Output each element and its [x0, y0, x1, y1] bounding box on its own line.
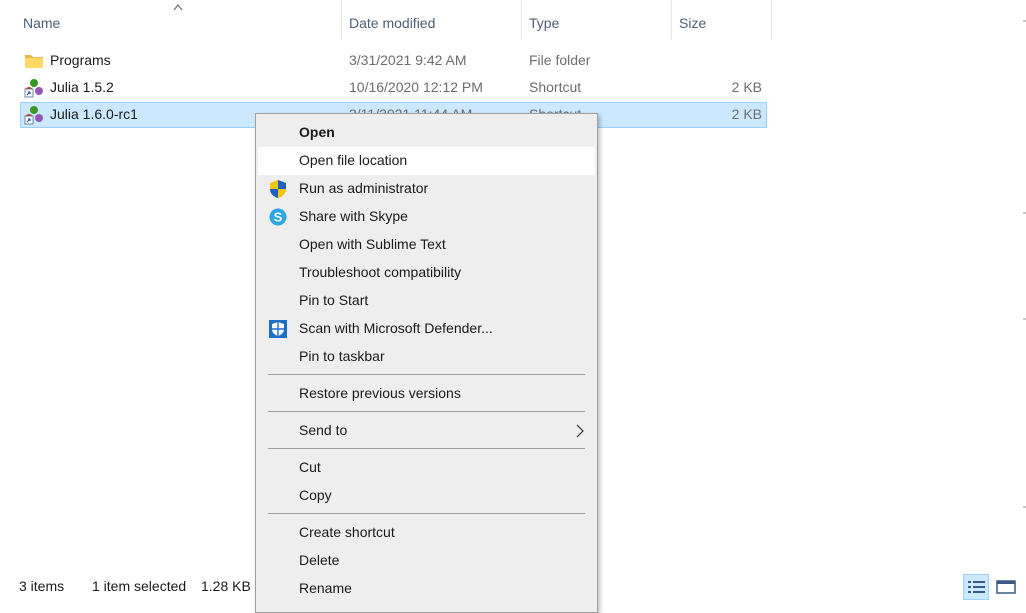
status-selection-size: 1.28 KB	[201, 578, 251, 594]
menu-item-label: Cut	[299, 459, 321, 475]
file-type: Shortcut	[529, 79, 582, 95]
file-type: File folder	[529, 52, 591, 68]
column-header-type[interactable]: Type	[529, 15, 559, 31]
column-header-name[interactable]: Name	[23, 15, 60, 31]
menu-item-scan-with-defender[interactable]: Scan with Microsoft Defender...	[258, 315, 595, 343]
menu-separator	[268, 513, 585, 514]
menu-item-copy[interactable]: Copy	[258, 482, 595, 510]
menu-item-delete[interactable]: Delete	[258, 547, 595, 575]
status-selection: 1 item selected	[92, 578, 187, 594]
column-header-date-modified[interactable]: Date modified	[349, 15, 435, 31]
menu-item-label: Send to	[299, 422, 348, 438]
menu-separator	[268, 448, 585, 449]
menu-item-cut[interactable]: Cut	[258, 454, 595, 482]
menu-item-label: Pin to taskbar	[299, 348, 385, 364]
column-divider[interactable]	[771, 0, 772, 40]
menu-separator	[268, 374, 585, 375]
menu-item-label: Open	[299, 124, 335, 140]
julia-shortcut-icon	[24, 79, 43, 98]
file-name: Julia 1.6.0-rc1	[50, 106, 138, 122]
column-header-size[interactable]: Size	[679, 15, 706, 31]
skype-icon: S	[269, 208, 287, 226]
menu-item-create-shortcut[interactable]: Create shortcut	[258, 519, 595, 547]
menu-item-label: Create shortcut	[299, 524, 395, 540]
menu-item-label: Restore previous versions	[299, 385, 461, 401]
menu-item-open[interactable]: Open	[258, 119, 595, 147]
menu-item-open-file-location[interactable]: Open file location	[258, 147, 595, 175]
file-row-julia-1-5-2[interactable]: Julia 1.5.2 10/16/2020 12:12 PM Shortcut…	[20, 75, 767, 101]
large-icons-view-icon	[996, 580, 1016, 594]
svg-text:S: S	[274, 210, 283, 225]
menu-item-open-with-sublime-text[interactable]: Open with Sublime Text	[258, 231, 595, 259]
uac-shield-icon	[270, 180, 286, 198]
menu-item-share-with-skype[interactable]: S Share with Skype	[258, 203, 595, 231]
defender-shield-icon	[269, 320, 287, 338]
file-size: 2 KB	[731, 79, 762, 95]
menu-item-label: Rename	[299, 580, 352, 596]
file-date-modified: 10/16/2020 12:12 PM	[349, 79, 483, 95]
file-row-programs[interactable]: Programs 3/31/2021 9:42 AM File folder	[20, 48, 767, 74]
julia-shortcut-icon	[24, 106, 43, 125]
submenu-arrow-icon	[576, 424, 584, 438]
file-date-modified: 3/31/2021 9:42 AM	[349, 52, 467, 68]
file-name: Programs	[50, 52, 111, 68]
menu-item-rename[interactable]: Rename	[258, 575, 595, 603]
file-name: Julia 1.5.2	[50, 79, 114, 95]
column-divider[interactable]	[671, 0, 672, 40]
menu-item-restore-previous-versions[interactable]: Restore previous versions	[258, 380, 595, 408]
menu-item-troubleshoot-compatibility[interactable]: Troubleshoot compatibility	[258, 259, 595, 287]
menu-item-run-as-administrator[interactable]: Run as administrator	[258, 175, 595, 203]
menu-item-label: Troubleshoot compatibility	[299, 264, 462, 280]
menu-item-pin-to-taskbar[interactable]: Pin to taskbar	[258, 343, 595, 371]
sort-ascending-icon	[173, 4, 183, 11]
menu-item-label: Open with Sublime Text	[299, 236, 446, 252]
menu-item-label: Copy	[299, 487, 332, 503]
menu-item-label: Open file location	[299, 152, 408, 168]
menu-separator	[268, 411, 585, 412]
menu-item-pin-to-start[interactable]: Pin to Start	[258, 287, 595, 315]
menu-item-label: Delete	[299, 552, 340, 568]
folder-icon	[25, 55, 43, 68]
menu-item-label: Pin to Start	[299, 292, 369, 308]
details-view-button[interactable]	[963, 574, 989, 600]
large-icons-view-button[interactable]	[993, 574, 1019, 600]
context-menu: Open Open file location Run as administr…	[255, 113, 598, 613]
file-size: 2 KB	[731, 106, 762, 122]
status-item-count: 3 items	[19, 578, 65, 594]
details-view-icon	[968, 581, 985, 593]
menu-item-send-to[interactable]: Send to	[258, 417, 595, 445]
menu-item-label: Share with Skype	[299, 208, 408, 224]
menu-item-label: Scan with Microsoft Defender...	[299, 320, 493, 336]
column-header-bar: Name Date modified Type Size	[0, 0, 772, 46]
column-divider[interactable]	[521, 0, 522, 40]
column-divider[interactable]	[341, 0, 342, 40]
menu-item-label: Run as administrator	[299, 180, 429, 196]
